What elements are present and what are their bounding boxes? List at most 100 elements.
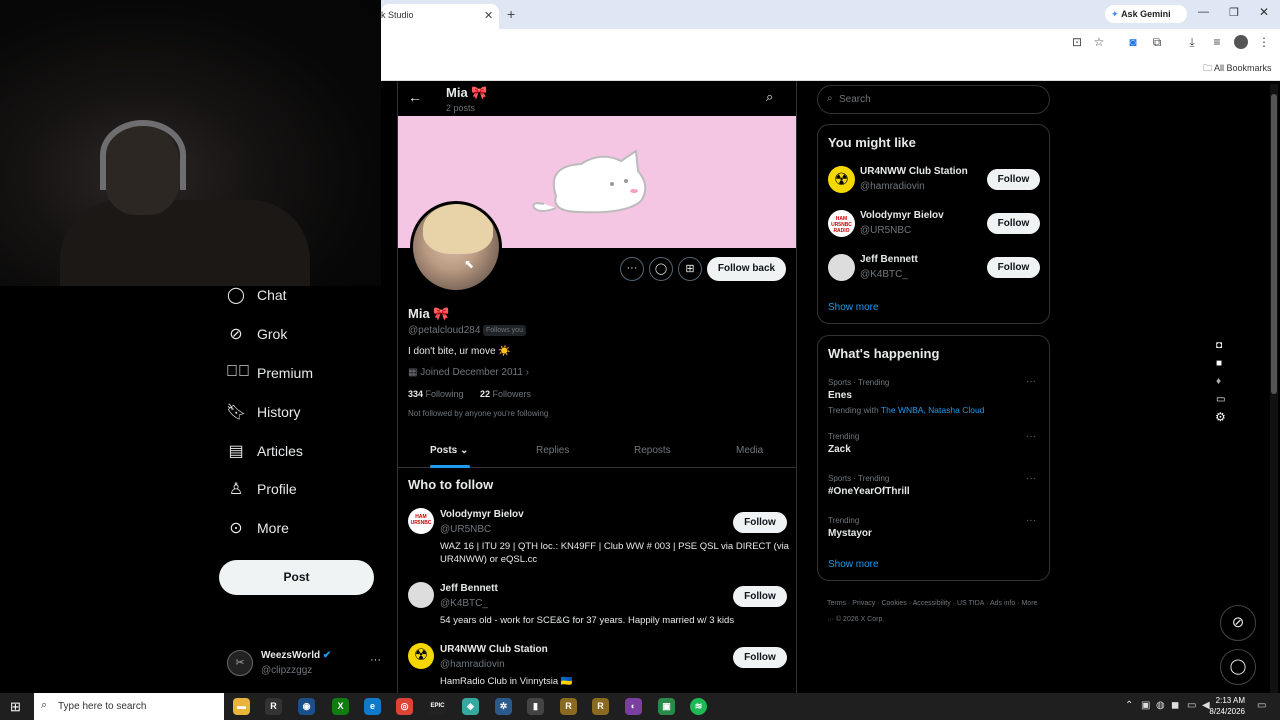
subscribe-button[interactable]: ⊞ <box>678 257 702 281</box>
tray-icon[interactable]: ▣ <box>1141 700 1150 711</box>
bookmark-star-icon[interactable]: ☆ <box>1091 34 1107 50</box>
nav-premium[interactable]: ✓⃝ Premium <box>224 356 374 390</box>
nav-grok[interactable]: ⊘ Grok <box>224 317 374 351</box>
new-tab-icon[interactable]: + <box>507 6 515 22</box>
menu-icon[interactable]: ⋮ <box>1256 34 1272 50</box>
back-arrow-icon[interactable]: ← <box>408 89 422 105</box>
scrollbar[interactable] <box>1270 84 1278 694</box>
close-tab-icon[interactable]: ✕ <box>484 9 493 22</box>
steam-icon[interactable]: ◉ <box>298 698 315 715</box>
more-dots-icon[interactable]: ··· <box>1026 431 1036 442</box>
spotify-icon[interactable]: ≋ <box>690 698 707 715</box>
footer-link[interactable]: Accessibility <box>913 600 951 607</box>
search-input[interactable]: ⌕ Search <box>817 85 1050 114</box>
footer-link[interactable]: Cookies <box>881 600 906 607</box>
nav-chat[interactable]: ◯ Chat <box>224 278 374 312</box>
puzzle-icon[interactable]: ⧉ <box>1149 34 1165 50</box>
list-item[interactable]: ☢ UR4NWW Club Station @hamradiovin Follo… <box>398 640 796 692</box>
minimize-icon[interactable]: — <box>1198 6 1209 18</box>
xbox-icon[interactable]: X <box>332 698 349 715</box>
more-dots-icon[interactable]: ··· <box>370 654 381 666</box>
trend-item[interactable]: Trending Zack ··· <box>818 431 1049 461</box>
windows-start-icon[interactable]: ⊞ <box>10 699 21 715</box>
nav-history[interactable]: 🔖︎ History <box>224 395 374 429</box>
epic-games-icon[interactable]: EPIC <box>429 698 446 715</box>
trend-item[interactable]: Sports · Trending #OneYearOfThrill ··· <box>818 473 1049 503</box>
footer-link[interactable]: Ads info <box>990 600 1015 607</box>
show-more-link[interactable]: Show more <box>828 559 879 570</box>
chevron-up-icon[interactable]: ⌃ <box>1125 700 1133 711</box>
followers-link[interactable]: 22 Followers <box>480 389 531 399</box>
tab-replies[interactable]: Replies <box>536 445 569 456</box>
tab-media[interactable]: Media <box>736 445 763 456</box>
trend-item[interactable]: Trending Mystayor ··· <box>818 515 1049 545</box>
post-button[interactable]: Post <box>219 560 374 595</box>
app-icon[interactable]: ✲ <box>495 698 512 715</box>
tab-reposts[interactable]: Reposts <box>634 445 671 456</box>
follow-button[interactable]: Follow <box>733 647 787 668</box>
edge-icon[interactable]: e <box>364 698 381 715</box>
nav-more[interactable]: ⊙ More <box>224 511 374 545</box>
app-icon[interactable]: R <box>265 698 282 715</box>
joined-date[interactable]: ▦ Joined December 2011 › <box>408 367 529 378</box>
close-window-icon[interactable]: ✕ <box>1259 5 1269 19</box>
gear-icon[interactable]: ⚙ <box>1215 410 1226 424</box>
message-button[interactable]: ◯ <box>649 257 673 281</box>
footer-link[interactable]: US TIDA <box>957 600 984 607</box>
app-icon[interactable]: ◈ <box>462 698 479 715</box>
profile-avatar[interactable] <box>410 201 502 293</box>
list-item[interactable]: HAM UR5NBC RADIO Volodymyr Bielov @UR5NBC … <box>818 207 1049 241</box>
app-icon[interactable]: R <box>592 698 609 715</box>
footer-link[interactable]: Privacy <box>852 600 875 607</box>
extension-icon[interactable]: ◙ <box>1125 34 1141 50</box>
follow-button[interactable]: Follow <box>987 169 1040 190</box>
more-dots-icon[interactable]: ··· <box>1026 515 1036 526</box>
trend-related-link[interactable]: The WNBA, Natasha Cloud <box>881 405 984 415</box>
file-explorer-icon[interactable]: ▬ <box>233 698 250 715</box>
tab-posts[interactable]: Posts ⌄ <box>430 445 468 456</box>
messages-floating-button[interactable]: ◯ <box>1220 649 1256 685</box>
list-item[interactable]: ☢ UR4NWW Club Station @hamradiovin Follo… <box>818 163 1049 197</box>
list-item[interactable]: Jeff Bennett @K4BTC_ Follow 54 years old… <box>398 579 796 631</box>
app-icon[interactable]: ▮ <box>527 698 544 715</box>
chrome-icon[interactable]: ◎ <box>396 698 413 715</box>
account-switcher[interactable]: ✂ WeezsWorld ✔ @clipzzggz ··· <box>227 648 387 682</box>
notification-icon[interactable]: ▭ <box>1257 700 1266 711</box>
avatar[interactable] <box>1234 35 1248 49</box>
trend-item[interactable]: Sports · Trending Enes Trending with The… <box>818 376 1049 420</box>
following-link[interactable]: 334 Following <box>408 389 464 399</box>
install-app-icon[interactable]: ⊡ <box>1069 34 1085 50</box>
grok-floating-button[interactable]: ⊘ <box>1220 605 1256 641</box>
follow-button[interactable]: Follow <box>987 257 1040 278</box>
app-icon[interactable]: ◐ <box>625 698 642 715</box>
nav-articles[interactable]: ▤ Articles <box>224 434 374 468</box>
scrollbar-thumb[interactable] <box>1271 94 1277 394</box>
search-icon[interactable]: ⌕ <box>766 89 773 105</box>
follow-button[interactable]: Follow <box>733 586 787 607</box>
app-icon[interactable]: R <box>560 698 577 715</box>
network-icon[interactable]: ▭ <box>1187 700 1196 711</box>
follow-button[interactable]: Follow <box>987 213 1040 234</box>
restore-icon[interactable]: ❐ <box>1229 6 1239 19</box>
clock[interactable]: 2:13 AM 8/24/2026 <box>1203 695 1245 717</box>
browser-tab[interactable]: k Studio ✕ <box>381 4 499 29</box>
all-bookmarks[interactable]: 🗀 All Bookmarks <box>1203 61 1272 77</box>
list-item[interactable]: Jeff Bennett @K4BTC_ Follow <box>818 251 1049 285</box>
more-dots-icon[interactable]: ··· <box>1026 473 1036 484</box>
tray-icon[interactable]: ◍ <box>1156 700 1165 711</box>
follow-back-button[interactable]: Follow back <box>707 257 786 281</box>
window-icon[interactable]: ▭ <box>1216 394 1225 405</box>
media-icon[interactable]: ≡ <box>1209 34 1225 50</box>
show-more-link[interactable]: Show more <box>828 302 879 313</box>
ask-gemini-button[interactable]: ✦ Ask Gemini <box>1105 5 1187 23</box>
taskbar-search-input[interactable]: ⌕ Type here to search <box>34 693 224 720</box>
tray-icon[interactable]: ◼ <box>1171 700 1179 711</box>
follow-button[interactable]: Follow <box>733 512 787 533</box>
footer-link[interactable]: Terms <box>827 600 846 607</box>
camera-icon[interactable]: ◘ <box>1216 340 1222 351</box>
video-icon[interactable]: ■ <box>1216 358 1222 369</box>
more-dots-icon[interactable]: ··· <box>1026 376 1036 387</box>
nav-profile[interactable]: ♙ Profile <box>224 472 374 506</box>
download-icon[interactable]: ⤓ <box>1184 34 1200 50</box>
mic-icon[interactable]: ♦ <box>1216 376 1221 387</box>
